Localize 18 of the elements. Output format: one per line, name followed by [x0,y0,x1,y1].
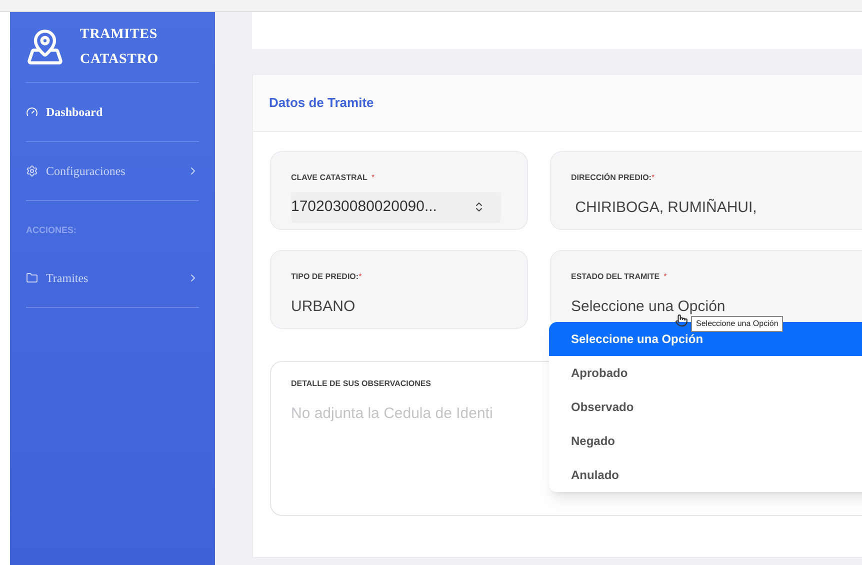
required-asterisk: * [358,271,362,283]
required-asterisk: * [371,172,375,184]
field-label: CLAVE CATASTRAL [291,172,368,184]
tooltip: Seleccione una Opción [691,316,784,332]
section-heading: ACCIONES: [26,225,77,235]
brand-title: CATASTRO [80,51,159,69]
required-asterisk: * [651,172,655,184]
field-label: TIPO DE PREDIO: [291,271,359,283]
field-label: DIRECCIÓN PREDIO: [571,172,652,184]
field-value: 1702030080020090... [291,197,438,217]
required-asterisk: * [664,271,667,283]
field-value: Seleccione una Opción [571,298,726,315]
field-value: CHIRIBOGA, RUMIÑAHUI, [574,199,757,216]
field-label: DETALLE DE SUS OBSERVACIONES [291,378,432,390]
field-label: ESTADO DEL TRAMITE [571,271,660,283]
brand-title: TRAMITES [80,26,158,44]
card-title: Datos de Tramite [269,95,374,110]
field-value: URBANO [291,298,356,315]
